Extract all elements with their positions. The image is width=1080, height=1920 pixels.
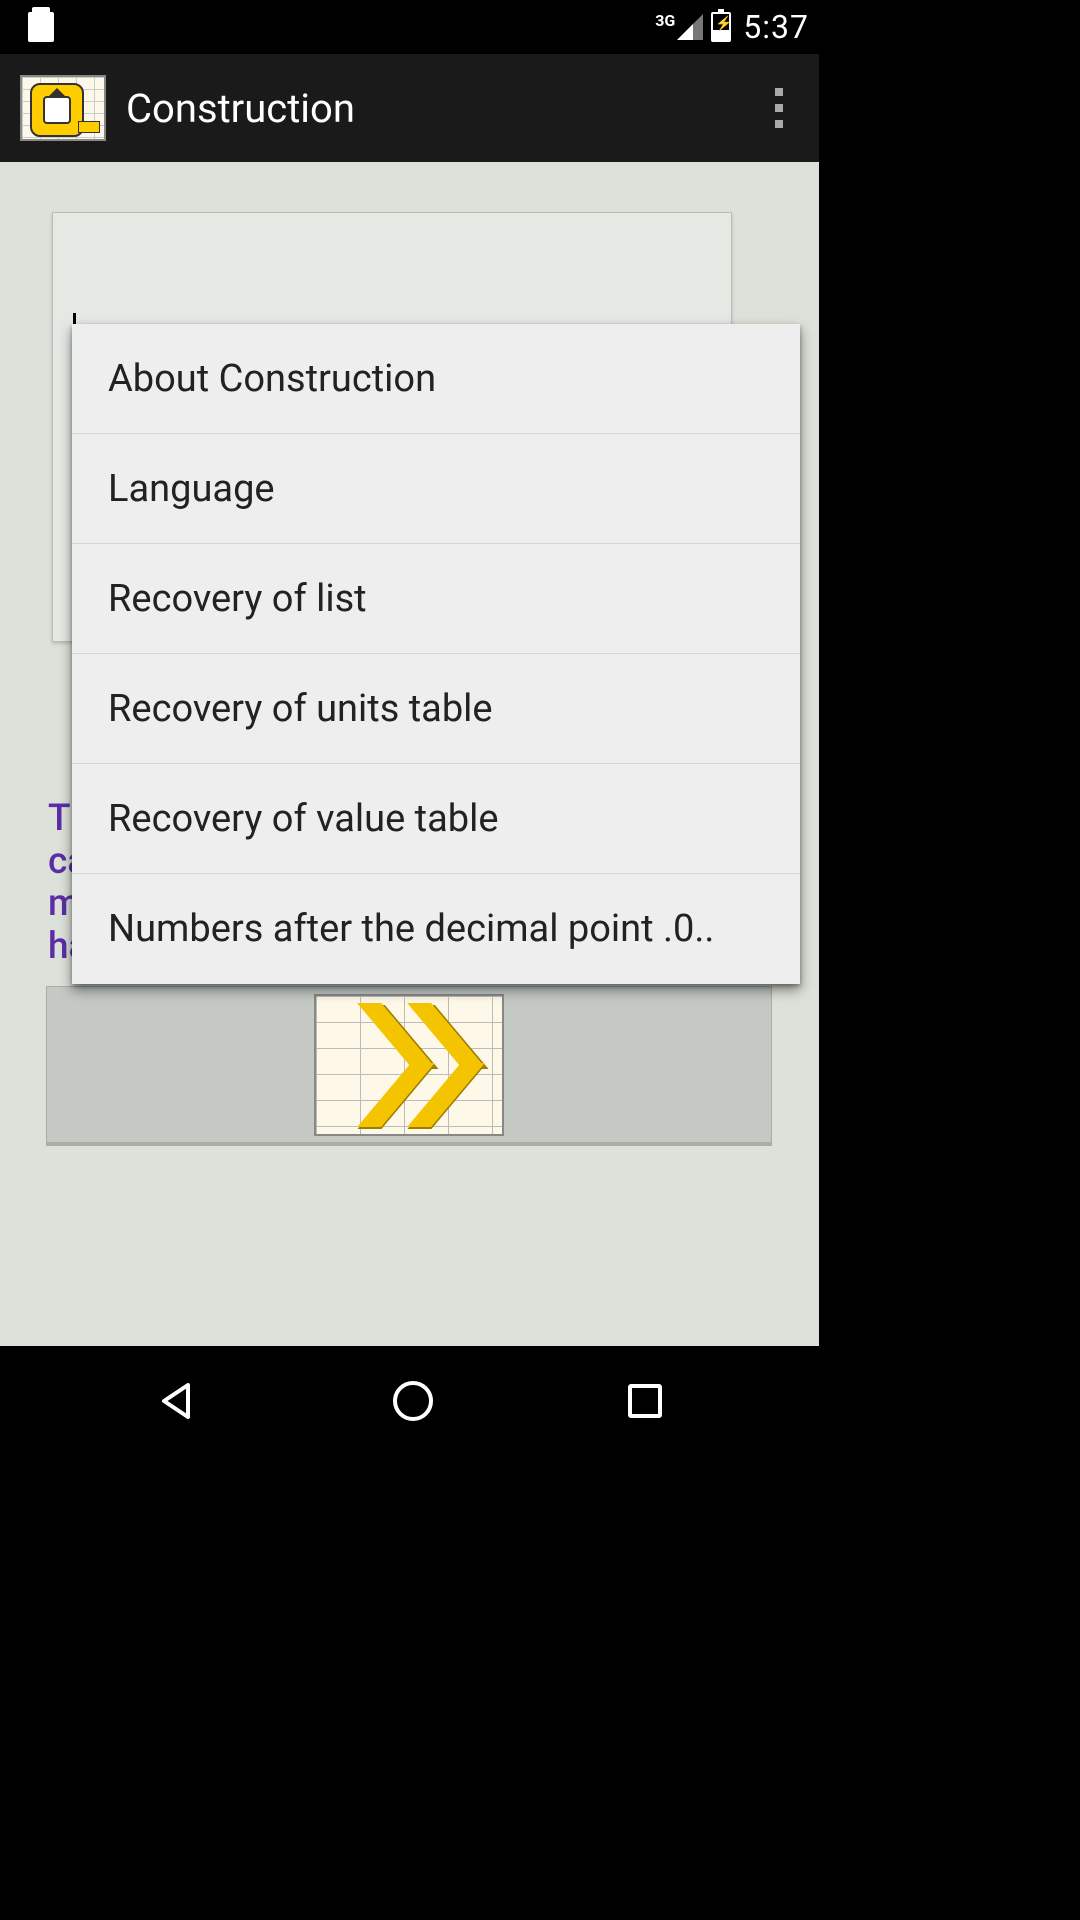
- overflow-menu: About Construction Language Recovery of …: [72, 324, 800, 984]
- status-time: 5:37: [743, 8, 809, 46]
- overflow-dot-icon: [775, 88, 783, 96]
- app-title: Construction: [126, 85, 355, 132]
- menu-item-decimal-numbers[interactable]: Numbers after the decimal point .0..: [72, 874, 800, 984]
- app-bar: Construction: [0, 54, 819, 162]
- nav-home-button[interactable]: [393, 1381, 433, 1421]
- next-button[interactable]: [46, 986, 772, 1146]
- status-bar: 3G 5:37: [0, 0, 819, 54]
- nav-recent-button[interactable]: [628, 1384, 662, 1418]
- menu-item-recovery-value[interactable]: Recovery of value table: [72, 764, 800, 874]
- signal-icon: [677, 14, 703, 40]
- menu-item-about[interactable]: About Construction: [72, 324, 800, 434]
- app-icon: [20, 75, 106, 141]
- overflow-dot-icon: [775, 104, 783, 112]
- content-area: TIP :On the CALCULATION screen before ca…: [0, 162, 819, 1346]
- next-button-brick-icon: [314, 994, 504, 1136]
- status-right: 3G 5:37: [655, 8, 809, 46]
- status-left: [10, 12, 54, 42]
- menu-item-language[interactable]: Language: [72, 434, 800, 544]
- tape-measure-icon: [30, 83, 84, 137]
- house-icon: [43, 96, 71, 124]
- overflow-menu-button[interactable]: [759, 78, 799, 138]
- overflow-dot-icon: [775, 120, 783, 128]
- menu-item-recovery-list[interactable]: Recovery of list: [72, 544, 800, 654]
- navigation-bar: [0, 1346, 819, 1456]
- battery-icon: [711, 12, 731, 42]
- nav-back-button[interactable]: [158, 1381, 198, 1421]
- sd-card-icon: [28, 12, 54, 42]
- network-label: 3G: [655, 11, 675, 30]
- menu-item-recovery-units[interactable]: Recovery of units table: [72, 654, 800, 764]
- battery-fill: [713, 30, 729, 40]
